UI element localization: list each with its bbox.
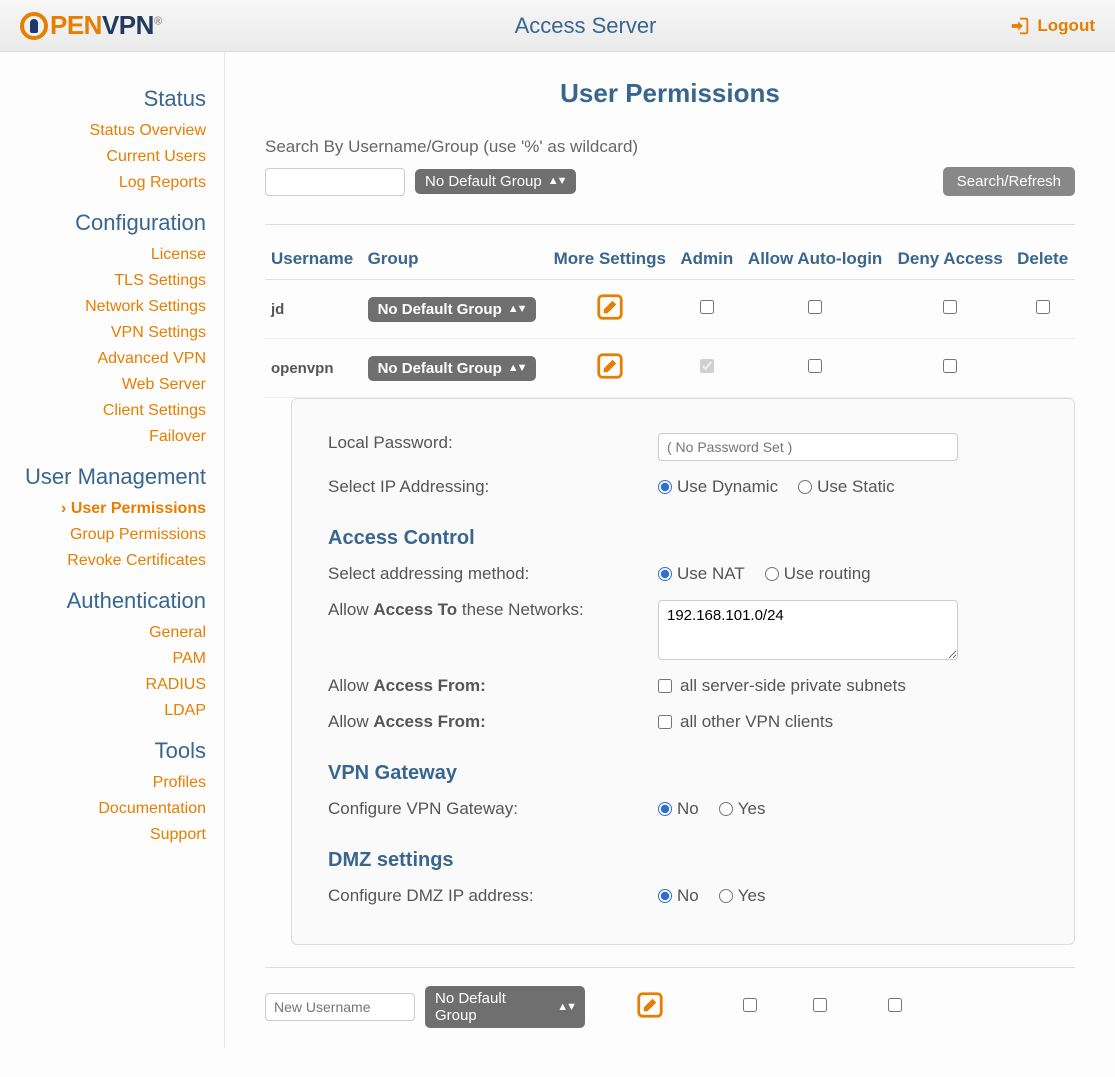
deny-access-checkbox[interactable] — [943, 300, 957, 314]
addressing-method-label: Select addressing method: — [328, 564, 658, 584]
allow-access-from-label-2: Allow Access From: — [328, 712, 658, 732]
access-control-heading: Access Control — [328, 527, 1038, 550]
sidebar-heading-configuration: Configuration — [10, 210, 206, 236]
sidebar-item-group-permissions[interactable]: Group Permissions — [10, 522, 206, 548]
openvpn-keyhole-icon — [20, 12, 48, 40]
user-settings-panel: Local Password: Select IP Addressing: Us… — [291, 398, 1075, 945]
new-username-input[interactable] — [265, 993, 415, 1021]
sidebar-item-web-server[interactable]: Web Server — [10, 372, 206, 398]
sidebar-item-documentation[interactable]: Documentation — [10, 796, 206, 822]
vpn-gateway-no-radio[interactable] — [658, 802, 672, 816]
admin-checkbox[interactable] — [700, 300, 714, 314]
new-auto-login-checkbox[interactable] — [813, 998, 827, 1012]
table-row: jd No Default Group▲▼ — [265, 280, 1075, 339]
sidebar-item-status-overview[interactable]: Status Overview — [10, 118, 206, 144]
cell-username: jd — [265, 280, 362, 339]
users-table: Username Group More Settings Admin Allow… — [265, 239, 1075, 398]
table-row: openvpn No Default Group▲▼ — [265, 339, 1075, 398]
sidebar-item-general[interactable]: General — [10, 620, 206, 646]
edit-icon[interactable] — [595, 292, 625, 322]
use-nat-radio[interactable] — [658, 567, 672, 581]
col-delete: Delete — [1010, 239, 1075, 280]
sidebar-item-vpn-settings[interactable]: VPN Settings — [10, 320, 206, 346]
main-content: User Permissions Search By Username/Grou… — [225, 52, 1115, 1048]
allow-access-to-networks[interactable] — [658, 600, 958, 660]
vpn-gateway-yes-radio[interactable] — [719, 802, 733, 816]
from-subnets-checkbox[interactable] — [658, 679, 672, 693]
sidebar-item-radius[interactable]: RADIUS — [10, 672, 206, 698]
new-admin-checkbox[interactable] — [743, 998, 757, 1012]
sidebar-item-ldap[interactable]: LDAP — [10, 698, 206, 724]
edit-icon[interactable] — [635, 990, 665, 1020]
search-label: Search By Username/Group (use '%' as wil… — [265, 137, 1075, 157]
ip-dynamic-radio[interactable] — [658, 480, 672, 494]
edit-icon[interactable] — [595, 351, 625, 381]
logout-link[interactable]: Logout — [1009, 15, 1095, 37]
dmz-no-radio[interactable] — [658, 889, 672, 903]
delete-checkbox[interactable] — [1036, 300, 1050, 314]
new-user-group-select[interactable]: No Default Group▲▼ — [425, 986, 585, 1028]
local-password-label: Local Password: — [328, 433, 658, 453]
sidebar-heading-status: Status — [10, 86, 206, 112]
sidebar-item-client-settings[interactable]: Client Settings — [10, 398, 206, 424]
auto-login-checkbox[interactable] — [808, 300, 822, 314]
chevron-updown-icon: ▲▼ — [548, 176, 566, 187]
allow-access-from-label-1: Allow Access From: — [328, 676, 658, 696]
auto-login-checkbox[interactable] — [808, 359, 822, 373]
sidebar: Status Status Overview Current Users Log… — [0, 52, 225, 1048]
allow-access-to-label: Allow Access To these Networks: — [328, 600, 658, 620]
sidebar-item-log-reports[interactable]: Log Reports — [10, 170, 206, 196]
search-refresh-button[interactable]: Search/Refresh — [943, 167, 1075, 196]
vpn-gateway-label: Configure VPN Gateway: — [328, 799, 658, 819]
col-username: Username — [265, 239, 362, 280]
col-admin: Admin — [674, 239, 741, 280]
sidebar-item-profiles[interactable]: Profiles — [10, 770, 206, 796]
sidebar-item-revoke-certificates[interactable]: Revoke Certificates — [10, 548, 206, 574]
cell-username: openvpn — [265, 339, 362, 398]
logout-icon — [1009, 15, 1031, 37]
sidebar-item-user-permissions[interactable]: User Permissions — [10, 496, 206, 522]
sidebar-item-failover[interactable]: Failover — [10, 424, 206, 450]
new-deny-access-checkbox[interactable] — [888, 998, 902, 1012]
row-group-select[interactable]: No Default Group▲▼ — [368, 356, 536, 381]
app-title: Access Server — [515, 13, 657, 39]
vpn-gateway-heading: VPN Gateway — [328, 762, 1038, 785]
dmz-label: Configure DMZ IP address: — [328, 886, 658, 906]
dmz-yes-radio[interactable] — [719, 889, 733, 903]
sidebar-heading-authentication: Authentication — [10, 588, 206, 614]
sidebar-item-pam[interactable]: PAM — [10, 646, 206, 672]
sidebar-heading-tools: Tools — [10, 738, 206, 764]
chevron-updown-icon: ▲▼ — [557, 1002, 575, 1013]
col-more-settings: More Settings — [546, 239, 674, 280]
page-title: User Permissions — [265, 78, 1075, 109]
col-auto-login: Allow Auto-login — [740, 239, 890, 280]
ip-static-radio[interactable] — [798, 480, 812, 494]
search-group-select[interactable]: No Default Group▲▼ — [415, 169, 576, 194]
new-user-row: No Default Group▲▼ — [265, 967, 1075, 1028]
chevron-updown-icon: ▲▼ — [508, 363, 526, 374]
logo: PENVPN® — [20, 10, 162, 41]
local-password-input[interactable] — [658, 433, 958, 461]
ip-addressing-label: Select IP Addressing: — [328, 477, 658, 497]
sidebar-item-support[interactable]: Support — [10, 822, 206, 848]
sidebar-item-advanced-vpn[interactable]: Advanced VPN — [10, 346, 206, 372]
topbar: PENVPN® Access Server Logout — [0, 0, 1115, 52]
row-group-select[interactable]: No Default Group▲▼ — [368, 297, 536, 322]
chevron-updown-icon: ▲▼ — [508, 304, 526, 315]
sidebar-item-network-settings[interactable]: Network Settings — [10, 294, 206, 320]
deny-access-checkbox[interactable] — [943, 359, 957, 373]
admin-checkbox[interactable] — [700, 359, 714, 373]
from-clients-checkbox[interactable] — [658, 715, 672, 729]
col-deny-access: Deny Access — [890, 239, 1010, 280]
use-routing-radio[interactable] — [765, 567, 779, 581]
sidebar-item-tls-settings[interactable]: TLS Settings — [10, 268, 206, 294]
search-input[interactable] — [265, 168, 405, 196]
sidebar-item-current-users[interactable]: Current Users — [10, 144, 206, 170]
col-group: Group — [362, 239, 546, 280]
sidebar-item-license[interactable]: License — [10, 242, 206, 268]
dmz-settings-heading: DMZ settings — [328, 849, 1038, 872]
sidebar-heading-user-management: User Management — [10, 464, 206, 490]
